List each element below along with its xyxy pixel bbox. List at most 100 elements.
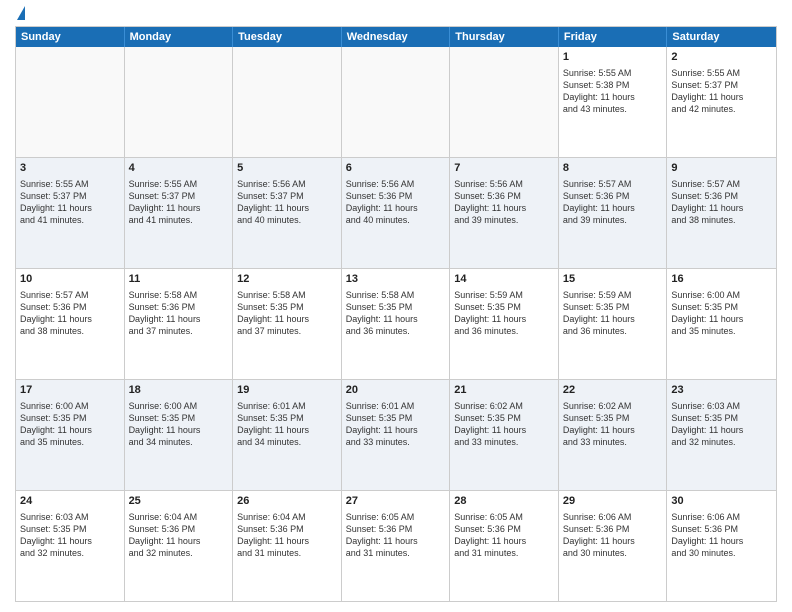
day-info-line: Sunrise: 5:55 AM [129,178,229,190]
day-info-line: Sunrise: 6:01 AM [237,400,337,412]
day-info-line: Daylight: 11 hours [671,424,772,436]
day-info-line: and 40 minutes. [346,214,446,226]
day-info-line: Daylight: 11 hours [454,535,554,547]
day-info-line: and 30 minutes. [671,547,772,559]
day-number: 22 [563,383,663,398]
day-info-line: Sunset: 5:35 PM [563,301,663,313]
day-info-line: Daylight: 11 hours [346,313,446,325]
day-info-line: Sunset: 5:36 PM [20,301,120,313]
day-info-line: Sunrise: 5:57 AM [671,178,772,190]
day-info-line: and 38 minutes. [20,325,120,337]
day-info-line: Sunset: 5:37 PM [237,190,337,202]
day-cell-10: 10Sunrise: 5:57 AMSunset: 5:36 PMDayligh… [16,269,125,379]
day-info-line: Sunrise: 6:04 AM [237,511,337,523]
day-number: 28 [454,494,554,509]
day-cell-7: 7Sunrise: 5:56 AMSunset: 5:36 PMDaylight… [450,158,559,268]
day-info-line: Daylight: 11 hours [671,91,772,103]
day-info-line: Daylight: 11 hours [346,424,446,436]
day-info-line: and 39 minutes. [454,214,554,226]
day-number: 10 [20,272,120,287]
day-info-line: and 35 minutes. [671,325,772,337]
day-cell-2: 2Sunrise: 5:55 AMSunset: 5:37 PMDaylight… [667,47,776,157]
day-info-line: and 34 minutes. [129,436,229,448]
day-info-line: and 31 minutes. [454,547,554,559]
day-cell-16: 16Sunrise: 6:00 AMSunset: 5:35 PMDayligh… [667,269,776,379]
day-number: 11 [129,272,229,287]
day-info-line: and 41 minutes. [129,214,229,226]
day-number: 8 [563,161,663,176]
day-number: 23 [671,383,772,398]
day-number: 12 [237,272,337,287]
day-info-line: Sunrise: 5:55 AM [563,67,663,79]
day-number: 17 [20,383,120,398]
day-info-line: Sunset: 5:35 PM [671,412,772,424]
day-info-line: and 33 minutes. [454,436,554,448]
day-info-line: Sunset: 5:35 PM [129,412,229,424]
day-number: 16 [671,272,772,287]
empty-cell-0-2 [233,47,342,157]
day-number: 26 [237,494,337,509]
day-info-line: Sunset: 5:35 PM [237,301,337,313]
empty-cell-0-4 [450,47,559,157]
day-info-line: Sunrise: 5:56 AM [454,178,554,190]
calendar-row-0: 1Sunrise: 5:55 AMSunset: 5:38 PMDaylight… [16,47,776,158]
day-info-line: Daylight: 11 hours [237,202,337,214]
day-cell-18: 18Sunrise: 6:00 AMSunset: 5:35 PMDayligh… [125,380,234,490]
day-info-line: and 40 minutes. [237,214,337,226]
day-info-line: Sunset: 5:36 PM [671,523,772,535]
day-number: 30 [671,494,772,509]
day-cell-14: 14Sunrise: 5:59 AMSunset: 5:35 PMDayligh… [450,269,559,379]
calendar-row-3: 17Sunrise: 6:00 AMSunset: 5:35 PMDayligh… [16,380,776,491]
day-info-line: Sunset: 5:36 PM [454,523,554,535]
day-number: 4 [129,161,229,176]
day-info-line: Sunset: 5:36 PM [129,301,229,313]
day-info-line: Sunrise: 5:58 AM [346,289,446,301]
day-info-line: and 39 minutes. [563,214,663,226]
day-cell-22: 22Sunrise: 6:02 AMSunset: 5:35 PMDayligh… [559,380,668,490]
day-number: 7 [454,161,554,176]
day-info-line: and 37 minutes. [129,325,229,337]
day-cell-5: 5Sunrise: 5:56 AMSunset: 5:37 PMDaylight… [233,158,342,268]
day-number: 6 [346,161,446,176]
day-info-line: Sunset: 5:35 PM [237,412,337,424]
day-info-line: Sunrise: 6:02 AM [454,400,554,412]
day-info-line: Sunset: 5:36 PM [237,523,337,535]
day-info-line: Sunrise: 6:00 AM [20,400,120,412]
day-info-line: Daylight: 11 hours [563,91,663,103]
day-info-line: Daylight: 11 hours [563,535,663,547]
day-info-line: Daylight: 11 hours [454,424,554,436]
calendar: SundayMondayTuesdayWednesdayThursdayFrid… [15,26,777,602]
day-number: 18 [129,383,229,398]
day-info-line: Sunrise: 6:06 AM [671,511,772,523]
day-info-line: Daylight: 11 hours [454,313,554,325]
day-info-line: and 42 minutes. [671,103,772,115]
logo [15,10,25,20]
day-cell-15: 15Sunrise: 5:59 AMSunset: 5:35 PMDayligh… [559,269,668,379]
day-info-line: and 36 minutes. [563,325,663,337]
day-info-line: Daylight: 11 hours [20,424,120,436]
day-info-line: Sunset: 5:37 PM [20,190,120,202]
day-info-line: Sunset: 5:35 PM [20,523,120,535]
day-cell-4: 4 Sunrise: 5:55 AMSunset: 5:37 PMDaylight… [125,158,234,268]
day-header-thursday: Thursday [450,27,559,47]
day-info-line: Daylight: 11 hours [129,535,229,547]
day-info-line: Daylight: 11 hours [129,202,229,214]
day-info-line: Daylight: 11 hours [237,424,337,436]
day-cell-11: 11Sunrise: 5:58 AMSunset: 5:36 PMDayligh… [125,269,234,379]
day-cell-8: 8Sunrise: 5:57 AMSunset: 5:36 PMDaylight… [559,158,668,268]
day-info-line: Daylight: 11 hours [129,313,229,325]
empty-cell-0-0 [16,47,125,157]
day-cell-25: 25Sunrise: 6:04 AMSunset: 5:36 PMDayligh… [125,491,234,601]
day-info-line: Sunrise: 6:00 AM [129,400,229,412]
empty-cell-0-3 [342,47,451,157]
day-info-line: Sunrise: 6:01 AM [346,400,446,412]
day-info-line: Daylight: 11 hours [20,313,120,325]
day-info-line: and 35 minutes. [20,436,120,448]
day-header-saturday: Saturday [667,27,776,47]
day-info-line: Sunrise: 6:05 AM [454,511,554,523]
day-number: 15 [563,272,663,287]
day-info-line: Sunset: 5:37 PM [129,190,229,202]
day-cell-1: 1Sunrise: 5:55 AMSunset: 5:38 PMDaylight… [559,47,668,157]
day-info-line: Sunset: 5:36 PM [563,523,663,535]
day-number: 1 [563,50,663,65]
